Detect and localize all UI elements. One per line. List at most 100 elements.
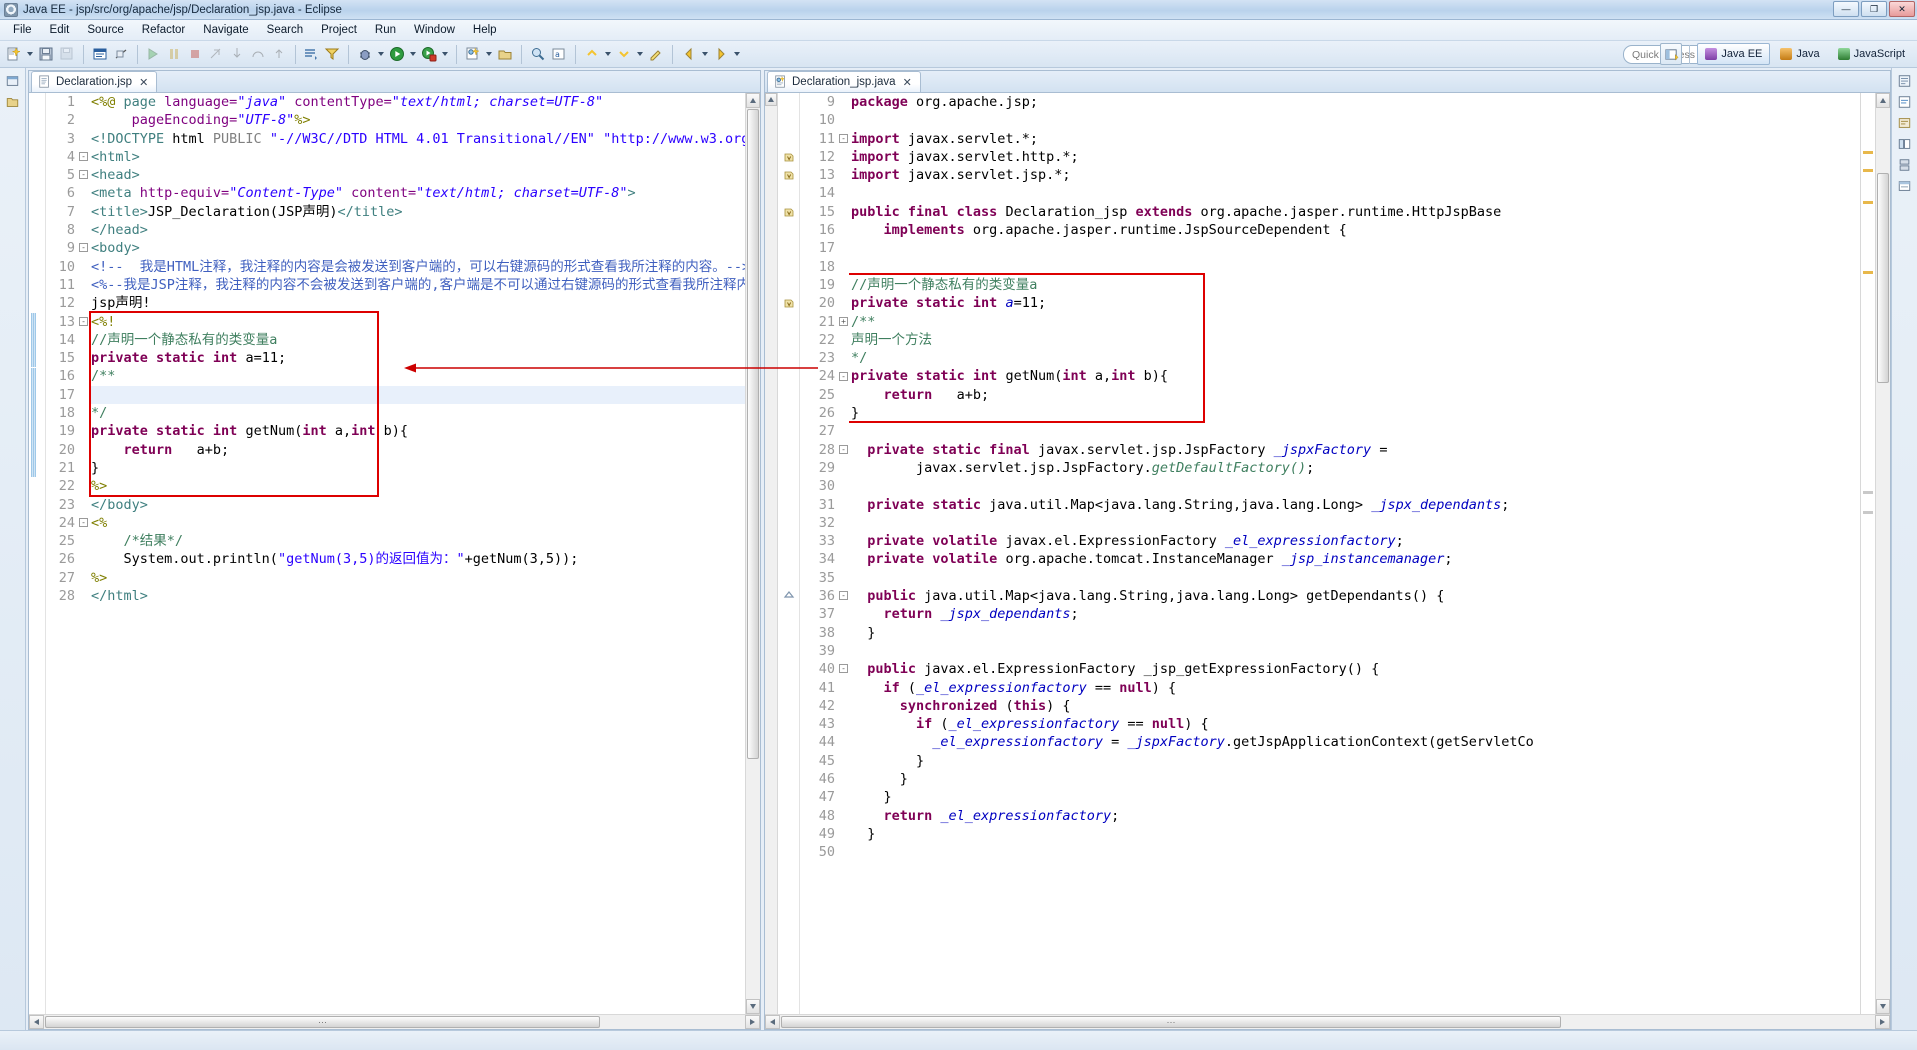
- externalize-strings-icon[interactable]: a: [549, 44, 569, 64]
- menu-help[interactable]: Help: [464, 22, 506, 38]
- code-line[interactable]: <meta http-equiv="Content-Type" content=…: [91, 184, 745, 202]
- code-line[interactable]: <head>: [91, 166, 745, 184]
- code-line[interactable]: }: [91, 459, 745, 477]
- code-line[interactable]: private static int a=11;: [851, 294, 1860, 312]
- left-hscroll-thumb[interactable]: ⋯: [45, 1016, 600, 1028]
- menu-search[interactable]: Search: [258, 22, 312, 38]
- right-vscroll-thumb[interactable]: [1877, 173, 1889, 383]
- right-folding-ruler[interactable]: - + - - - -: [838, 93, 849, 1014]
- code-line[interactable]: private static int getNum(int a,int b){: [91, 422, 745, 440]
- left-code-area[interactable]: <%@ page language="java" contentType="te…: [89, 93, 745, 1014]
- code-line[interactable]: 声明一个方法: [851, 331, 1860, 349]
- fold-collapse-icon[interactable]: -: [79, 517, 88, 527]
- code-line[interactable]: private volatile org.apache.tomcat.Insta…: [851, 550, 1860, 568]
- right-code-area[interactable]: package org.apache.jsp; import javax.ser…: [849, 93, 1860, 1014]
- left-editor-body[interactable]: 1 2 3 4 5 6 7 8 9 10 11 12 13 14 15 16 17 18 19 20 21 22 23 24 2…: [29, 93, 760, 1014]
- open-type-icon[interactable]: [528, 44, 548, 64]
- code-line[interactable]: <%@ page language="java" contentType="te…: [91, 93, 745, 111]
- code-line[interactable]: if (_el_expressionfactory == null) {: [851, 715, 1860, 733]
- code-line[interactable]: System.out.println("getNum(3,5)的返回值为："+g…: [91, 550, 745, 568]
- fold-collapse-icon[interactable]: -: [839, 664, 848, 674]
- forward-icon[interactable]: [711, 44, 731, 64]
- scroll-up-button[interactable]: [765, 93, 777, 106]
- code-line[interactable]: import javax.servlet.http.*;: [851, 148, 1860, 166]
- maximize-button[interactable]: ❐: [1861, 1, 1887, 17]
- scroll-down-button[interactable]: [1876, 999, 1890, 1014]
- right-vertical-scrollbar[interactable]: [1875, 93, 1890, 1014]
- project-explorer-icon[interactable]: [3, 93, 23, 111]
- code-line[interactable]: return _el_expressionfactory;: [851, 807, 1860, 825]
- code-line[interactable]: /**: [851, 313, 1860, 331]
- code-line[interactable]: */: [91, 404, 745, 422]
- snippets-icon[interactable]: [1895, 114, 1915, 132]
- outline-view-icon[interactable]: [1895, 72, 1915, 90]
- code-line[interactable]: /**: [91, 367, 745, 385]
- open-task-icon[interactable]: [301, 44, 321, 64]
- code-line[interactable]: }: [851, 770, 1860, 788]
- code-line[interactable]: [851, 239, 1860, 257]
- fold-collapse-icon[interactable]: -: [79, 316, 88, 326]
- code-line[interactable]: jsp声明!: [91, 294, 745, 312]
- right-overview-ruler[interactable]: [1860, 93, 1875, 1014]
- code-line[interactable]: return a+b;: [851, 386, 1860, 404]
- perspective-tab-java[interactable]: Java: [1772, 43, 1827, 65]
- palette-icon[interactable]: [1895, 135, 1915, 153]
- code-line[interactable]: //声明一个静态私有的类变量a: [851, 276, 1860, 294]
- menu-source[interactable]: Source: [78, 22, 132, 38]
- left-vscroll-thumb[interactable]: [747, 109, 759, 759]
- code-line[interactable]: <title>JSP_Declaration(JSP声明)</title>: [91, 203, 745, 221]
- minimize-button[interactable]: —: [1833, 1, 1859, 17]
- menu-file[interactable]: File: [4, 22, 41, 38]
- scroll-right-button[interactable]: [1875, 1015, 1890, 1029]
- code-line[interactable]: <html>: [91, 148, 745, 166]
- left-folding-ruler[interactable]: - - - - -: [78, 93, 89, 1014]
- search-filter-icon[interactable]: [322, 44, 342, 64]
- code-line[interactable]: <!-- 我是HTML注释，我注释的内容是会被发送到客户端的，可以右键源码的形式…: [91, 258, 745, 276]
- code-line[interactable]: }: [851, 825, 1860, 843]
- code-line[interactable]: [851, 843, 1860, 861]
- code-line[interactable]: }: [851, 752, 1860, 770]
- right-horizontal-scrollbar[interactable]: ⋯: [765, 1014, 1890, 1029]
- code-line[interactable]: private static int a=11;: [91, 349, 745, 367]
- code-line[interactable]: <%: [91, 514, 745, 532]
- properties-icon[interactable]: [1895, 177, 1915, 195]
- close-button[interactable]: ✕: [1889, 1, 1915, 17]
- code-line[interactable]: import javax.servlet.jsp.*;: [851, 166, 1860, 184]
- code-line[interactable]: synchronized (this) {: [851, 697, 1860, 715]
- right-source-text[interactable]: package org.apache.jsp; import javax.ser…: [849, 93, 1860, 861]
- servers-icon[interactable]: [1895, 156, 1915, 174]
- code-line[interactable]: [851, 569, 1860, 587]
- last-edit-location-icon[interactable]: [646, 44, 666, 64]
- restore-view-icon[interactable]: [3, 72, 23, 90]
- code-line[interactable]: [851, 184, 1860, 202]
- code-line[interactable]: private volatile javax.el.ExpressionFact…: [851, 532, 1860, 550]
- new-wizard-dropdown-arrow[interactable]: [25, 44, 35, 64]
- right-hscroll-thumb[interactable]: ⋯: [781, 1016, 1561, 1028]
- code-line[interactable]: </body>: [91, 496, 745, 514]
- new-java-package-icon[interactable]: [495, 44, 515, 64]
- run-dropdown-arrow[interactable]: [408, 44, 418, 64]
- code-line[interactable]: private static java.util.Map<java.lang.S…: [851, 496, 1860, 514]
- next-annotation-icon[interactable]: [614, 44, 634, 64]
- fold-collapse-icon[interactable]: -: [79, 243, 88, 253]
- scroll-left-button[interactable]: [29, 1015, 44, 1029]
- code-line[interactable]: public java.util.Map<java.lang.String,ja…: [851, 587, 1860, 605]
- menu-window[interactable]: Window: [405, 22, 464, 38]
- code-line[interactable]: [851, 422, 1860, 440]
- scroll-up-button[interactable]: [746, 93, 760, 108]
- left-horizontal-scrollbar[interactable]: ⋯: [29, 1014, 760, 1029]
- tab-close-icon[interactable]: ✕: [139, 76, 148, 89]
- code-line[interactable]: [851, 111, 1860, 129]
- code-line[interactable]: }: [851, 404, 1860, 422]
- menu-run[interactable]: Run: [366, 22, 405, 38]
- code-line[interactable]: _el_expressionfactory = _jspxFactory.get…: [851, 733, 1860, 751]
- code-line[interactable]: javax.servlet.jsp.JspFactory.getDefaultF…: [851, 459, 1860, 477]
- run-server-icon[interactable]: [419, 44, 439, 64]
- next-annotation-dropdown-arrow[interactable]: [635, 44, 645, 64]
- menu-project[interactable]: Project: [312, 22, 366, 38]
- code-line[interactable]: [851, 642, 1860, 660]
- code-line[interactable]: <body>: [91, 239, 745, 257]
- code-line[interactable]: }: [851, 788, 1860, 806]
- previous-annotation-dropdown-arrow[interactable]: [603, 44, 613, 64]
- new-wizard-icon[interactable]: [4, 44, 24, 64]
